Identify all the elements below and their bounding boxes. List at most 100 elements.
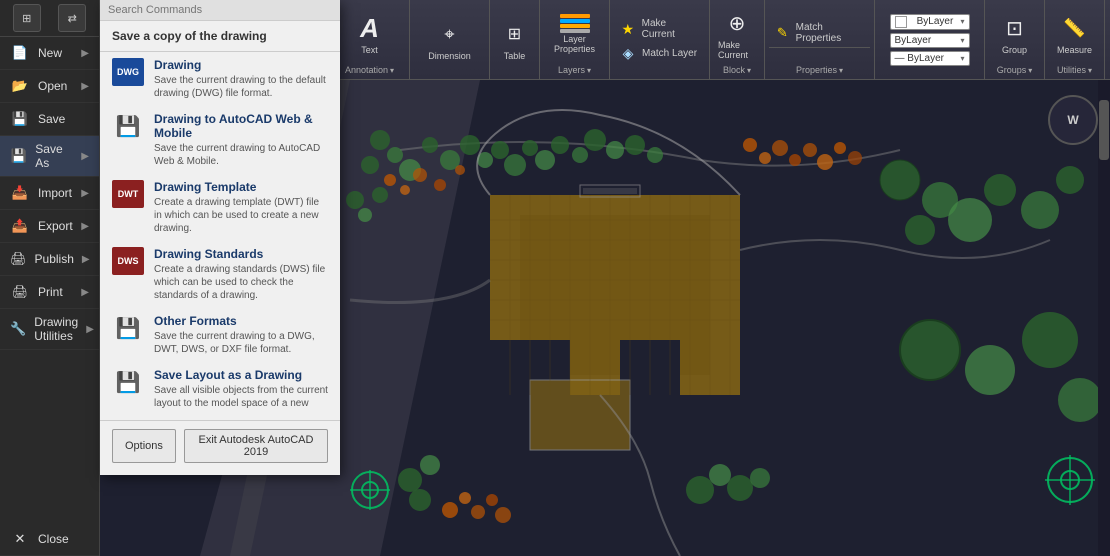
sidebar-item-save-as[interactable]: 💾 Save As ▶ <box>0 136 99 177</box>
drawing-desc: Save the current drawing to the default … <box>154 74 328 100</box>
color-dropdown[interactable]: ByLayer ▾ <box>890 14 970 30</box>
lineweight-dropdown[interactable]: — ByLayer ▾ <box>890 51 970 66</box>
ribbon-toolbar: A Text Annotation ▾ ⌖ Dimension ⊞ Table <box>330 0 1110 80</box>
groups-footer: Groups ▾ <box>989 65 1040 77</box>
dropdown-item-other-formats[interactable]: 💾 Other Formats Save the current drawing… <box>100 308 340 362</box>
toolbar-match-group: ✎ Match Properties Properties ▾ <box>765 0 875 79</box>
new-label: New <box>38 46 62 60</box>
dropdown-item-save-layout[interactable]: 💾 Save Layout as a Drawing Save all visi… <box>100 362 340 416</box>
insert-label: Make Current <box>718 40 756 60</box>
dropdown-item-template[interactable]: DWT Drawing Template Create a drawing te… <box>100 174 340 241</box>
open-label: Open <box>38 79 67 93</box>
linetype-chevron: ▾ <box>960 36 964 45</box>
text-button[interactable]: A Text <box>350 10 390 57</box>
sidebar-switch-btn[interactable]: ⇄ <box>58 4 86 32</box>
sidebar-item-print[interactable]: 🖨 Print ▶ <box>0 276 99 309</box>
sidebar-home-btn[interactable]: ⊞ <box>13 4 41 32</box>
web-mobile-icon: 💾 <box>112 112 144 140</box>
save-as-dropdown: Save a copy of the drawing DWG Drawing S… <box>100 0 340 475</box>
print-icon: 🖨 <box>10 282 30 302</box>
dwg-icon: DWG <box>112 58 144 86</box>
compass-label: W <box>1067 113 1078 127</box>
save-as-label: Save As <box>35 142 73 170</box>
dropdown-item-standards[interactable]: DWS Drawing Standards Create a drawing s… <box>100 241 340 308</box>
open-icon: 📂 <box>10 76 30 96</box>
sidebar-item-open[interactable]: 📂 Open ▶ <box>0 70 99 103</box>
utilities-footer: Utilities ▾ <box>1049 65 1100 77</box>
web-mobile-desc: Save the current drawing to AutoCAD Web … <box>154 142 328 168</box>
lineweight-value: — ByLayer <box>895 53 944 64</box>
sidebar-item-close[interactable]: ✕ Close <box>0 523 99 556</box>
toolbar-group-section: ⊡ Group Groups ▾ <box>985 0 1045 79</box>
template-desc: Create a drawing template (DWT) file in … <box>154 196 328 235</box>
group-button[interactable]: ⊡ Group <box>995 10 1035 57</box>
sidebar-item-import[interactable]: 📥 Import ▶ <box>0 177 99 210</box>
save-icon: 💾 <box>10 109 30 129</box>
scrollbar-thumb[interactable] <box>1099 100 1109 160</box>
toolbar-table-group: ⊞ Table <box>490 0 540 79</box>
other-formats-title: Other Formats <box>154 314 328 328</box>
web-mobile-item-text: Drawing to AutoCAD Web & Mobile Save the… <box>154 112 328 168</box>
color-value: ByLayer <box>917 16 954 27</box>
sidebar-top-buttons: ⊞ ⇄ <box>0 0 99 37</box>
insert-button[interactable]: ⊕ Make Current <box>714 5 760 62</box>
publish-label: Publish <box>35 252 74 266</box>
linetype-dropdown[interactable]: ByLayer ▾ <box>890 33 970 48</box>
standards-item-text: Drawing Standards Create a drawing stand… <box>154 247 328 302</box>
search-input[interactable] <box>100 0 340 21</box>
import-label: Import <box>38 186 72 200</box>
toolbar-layer-tools-group: ★ Make Current ◈ Match Layer <box>610 0 710 79</box>
other-formats-icon: 💾 <box>112 314 144 342</box>
measure-button[interactable]: 📏 Measure <box>1053 10 1096 57</box>
block-footer: Block ▾ <box>714 65 760 77</box>
standards-desc: Create a drawing standards (DWS) file wh… <box>154 263 328 302</box>
sidebar-item-new[interactable]: 📄 New ▶ <box>0 37 99 70</box>
dwt-icon: DWT <box>112 180 144 208</box>
sidebar-item-export[interactable]: 📤 Export ▶ <box>0 210 99 243</box>
toolbar-dimension-group: ⌖ Dimension <box>410 0 490 79</box>
table-label: Table <box>504 51 526 61</box>
save-layout-desc: Save all visible objects from the curren… <box>154 384 328 410</box>
layer-properties-button[interactable]: Layer Properties <box>544 12 605 56</box>
other-formats-desc: Save the current drawing to a DWG, DWT, … <box>154 330 328 356</box>
sidebar-item-publish[interactable]: 🖨 Publish ▶ <box>0 243 99 276</box>
open-arrow: ▶ <box>81 81 89 92</box>
dimension-button[interactable]: ⌖ Dimension <box>424 16 475 63</box>
text-label: Text <box>361 45 378 55</box>
drawing-title: Drawing <box>154 58 328 72</box>
dimension-label: Dimension <box>428 51 471 61</box>
match-properties-label: Match Properties <box>796 22 866 44</box>
toolbar-paste-section: 📋 Paste Clipboard ▾ <box>1105 0 1110 79</box>
options-button[interactable]: Options <box>112 429 176 463</box>
lineweight-chevron: ▾ <box>960 54 964 63</box>
left-sidebar: ⊞ ⇄ 📄 New ▶ 📂 Open ▶ 💾 Save 💾 Save As ▶ … <box>0 0 100 556</box>
export-icon: 📤 <box>10 216 30 236</box>
dimension-icon: ⌖ <box>434 18 466 50</box>
layer-properties-label: Layer Properties <box>548 34 601 54</box>
match-properties-button[interactable]: ✎ Match Properties <box>769 20 870 46</box>
toolbar-layer-properties-group: Layer Properties Layers ▾ <box>540 0 610 79</box>
table-button[interactable]: ⊞ Table <box>495 16 535 63</box>
dropdown-item-drawing[interactable]: DWG Drawing Save the current drawing to … <box>100 52 340 106</box>
save-as-arrow: ▶ <box>81 151 89 162</box>
layer-properties-icon <box>560 14 590 33</box>
save-label: Save <box>38 112 65 126</box>
template-item-text: Drawing Template Create a drawing templa… <box>154 180 328 235</box>
exit-button[interactable]: Exit Autodesk AutoCAD 2019 <box>184 429 328 463</box>
dropdown-footer: Options Exit Autodesk AutoCAD 2019 <box>100 420 340 467</box>
toolbar-properties-dropdowns: ByLayer ▾ ByLayer ▾ — ByLayer ▾ <box>875 0 985 79</box>
save-layout-item-text: Save Layout as a Drawing Save all visibl… <box>154 368 328 410</box>
vertical-scrollbar[interactable] <box>1098 80 1110 556</box>
separator <box>769 47 870 48</box>
import-arrow: ▶ <box>81 188 89 199</box>
dws-icon: DWS <box>112 247 144 275</box>
dropdown-item-web-mobile[interactable]: 💾 Drawing to AutoCAD Web & Mobile Save t… <box>100 106 340 174</box>
color-swatch <box>895 16 907 28</box>
sidebar-item-drawing-utilities[interactable]: 🔧 Drawing Utilities ▶ <box>0 309 99 350</box>
measure-icon: 📏 <box>1058 12 1090 44</box>
sidebar-item-save[interactable]: 💾 Save <box>0 103 99 136</box>
save-layout-title: Save Layout as a Drawing <box>154 368 328 382</box>
text-icon: A <box>354 12 386 44</box>
match-layer-button[interactable]: ◈ Match Layer <box>614 43 701 63</box>
make-current-button[interactable]: ★ Make Current <box>614 16 705 42</box>
